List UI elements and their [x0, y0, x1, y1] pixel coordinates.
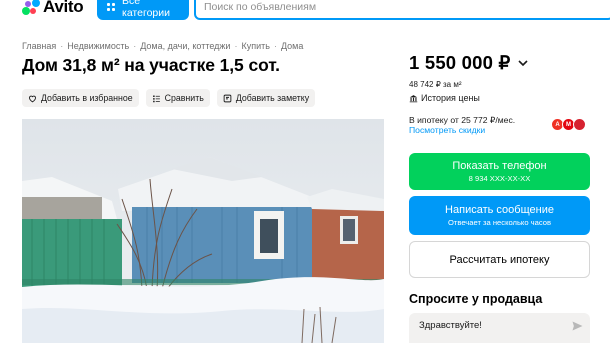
listing-actions: Добавить в избранное Сравнить Добавить з… [22, 89, 316, 107]
breadcrumb-separator: · [133, 41, 137, 51]
price-value: 1 550 000 ₽ [409, 52, 511, 73]
breadcrumb-item-houses-dachas[interactable]: Дома, дачи, коттеджи [140, 41, 230, 51]
house-photo [22, 119, 384, 343]
categories-grid-icon [107, 3, 115, 11]
add-note-button[interactable]: Добавить заметку [216, 89, 316, 107]
message-input[interactable]: Здравствуйте! [409, 313, 590, 343]
bank-logos: А М [551, 118, 586, 131]
bank-icon [409, 94, 418, 102]
chevron-down-icon[interactable] [518, 59, 528, 67]
breadcrumb-separator: · [234, 41, 238, 51]
write-message-label: Написать сообщение [445, 204, 554, 216]
logo-text: Avito [43, 0, 84, 16]
breadcrumb-item-real-estate[interactable]: Недвижимость [67, 41, 129, 51]
breadcrumb-separator: · [60, 41, 64, 51]
avito-logo-icon [22, 0, 40, 16]
listing-photo[interactable] [22, 119, 384, 343]
compare-icon [152, 95, 160, 102]
all-categories-button[interactable]: Все категории [97, 0, 189, 20]
ask-seller-heading: Спросите у продавца [409, 292, 543, 306]
phone-masked: 8 934 XXX-XX-XX [468, 174, 531, 183]
bank-logo-icon [573, 118, 586, 131]
price-row: 1 550 000 ₽ [409, 52, 528, 74]
calculate-mortgage-label: Рассчитать ипотеку [449, 253, 550, 266]
breadcrumb-item-home[interactable]: Главная [22, 41, 56, 51]
breadcrumb-separator: · [273, 41, 277, 51]
breadcrumb-item-houses[interactable]: Дома [281, 41, 303, 51]
breadcrumb: Главная · Недвижимость · Дома, дачи, кот… [22, 41, 303, 51]
all-categories-label: Все категории [122, 0, 170, 19]
top-header: Avito Все категории Поиск по объявлениям [0, 0, 610, 22]
add-to-favorites-button[interactable]: Добавить в избранное [22, 89, 139, 107]
write-message-button[interactable]: Написать сообщение Отвечает за несколько… [409, 196, 590, 235]
breadcrumb-item-buy[interactable]: Купить [241, 41, 269, 51]
search-input[interactable]: Поиск по объявлениям [194, 0, 610, 20]
show-phone-label: Показать телефон [452, 160, 547, 172]
calculate-mortgage-button[interactable]: Рассчитать ипотеку [409, 241, 590, 278]
price-per-m2: 48 742 ₽ за м² [409, 80, 462, 89]
price-history-label: История цены [421, 93, 480, 103]
show-phone-button[interactable]: Показать телефон 8 934 XXX-XX-XX [409, 153, 590, 190]
compare-label: Сравнить [164, 93, 204, 103]
view-discounts-link[interactable]: Посмотреть скидки [409, 125, 485, 135]
compare-button[interactable]: Сравнить [145, 89, 210, 107]
add-to-favorites-label: Добавить в избранное [41, 93, 133, 103]
price-history-link[interactable]: История цены [409, 93, 480, 103]
note-icon [223, 94, 232, 102]
avito-logo[interactable]: Avito [22, 0, 84, 17]
heart-icon [29, 95, 36, 102]
page-title: Дом 31,8 м² на участке 1,5 сот. [22, 55, 280, 75]
response-time: Отвечает за несколько часов [448, 218, 551, 227]
search-placeholder: Поиск по объявлениям [204, 1, 317, 13]
send-icon[interactable] [572, 321, 583, 331]
add-note-label: Добавить заметку [235, 93, 310, 103]
message-text: Здравствуйте! [419, 320, 482, 331]
